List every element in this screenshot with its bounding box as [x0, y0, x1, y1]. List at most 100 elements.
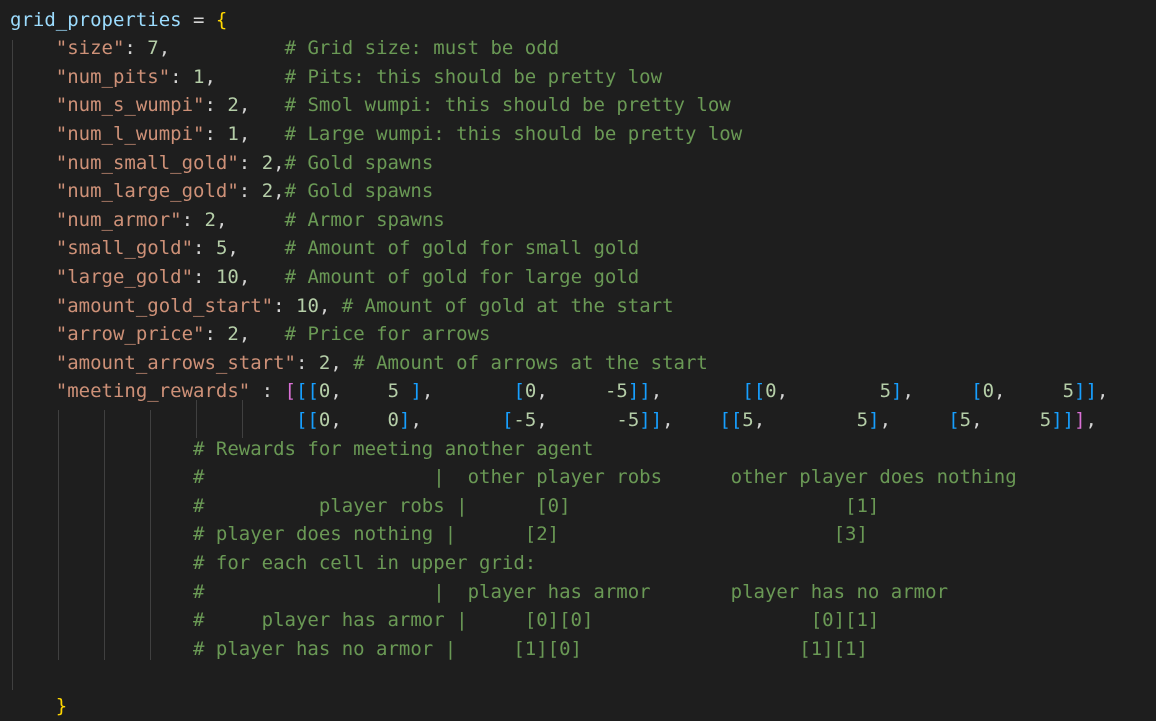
code-token-op: : — [193, 265, 216, 288]
code-token-op: , — [158, 37, 285, 60]
code-token-num: -5 — [513, 408, 537, 431]
code-line[interactable]: "meeting_rewards" : [[[0, 5 ], [0, -5]],… — [10, 377, 1109, 406]
code-token-op — [10, 380, 56, 402]
code-token-op — [10, 180, 56, 202]
code-token-cmt: # Amount of arrows at the start — [353, 351, 708, 374]
code-editor[interactable]: grid_properties = { "size": 7, # Grid si… — [0, 0, 1156, 721]
code-token-op — [10, 237, 56, 259]
code-token-op: , — [330, 408, 388, 431]
code-token-op: : — [250, 380, 285, 403]
code-token-op: : — [273, 294, 296, 317]
code-token-op — [10, 523, 193, 545]
code-line[interactable]: # for each cell in upper grid: — [10, 549, 536, 578]
code-token-op: , — [273, 180, 285, 203]
code-token-str: "num_small_gold" — [55, 151, 239, 174]
code-token-op — [10, 66, 56, 88]
code-token-num: -5 — [616, 408, 640, 431]
code-token-op — [10, 638, 193, 660]
code-token-cmt: # Rewards for meeting another agent — [193, 437, 594, 460]
code-line[interactable]: "small_gold": 5, # Amount of gold for sm… — [10, 234, 639, 263]
code-token-b1: { — [215, 8, 228, 31]
code-line[interactable]: # | player has armor player has no armor — [10, 578, 948, 607]
code-token-num: 5 — [879, 380, 892, 403]
code-token-cmt: # Amount of gold for small gold — [284, 237, 640, 260]
code-token-num: 0 — [765, 380, 777, 403]
code-line[interactable]: [[0, 0], [-5, -5]], [[5, 5], [5, 5]]], — [10, 406, 1097, 435]
code-token-num: 10 — [296, 294, 319, 317]
code-token-b1: } — [55, 694, 68, 717]
code-line[interactable]: "large_gold": 10, # Amount of gold for l… — [10, 263, 639, 292]
code-token-b3: [[ — [742, 380, 766, 403]
code-line[interactable]: # player has no armor | [1][0] [1][1] — [10, 635, 868, 664]
code-token-cmt: # Smol wumpi: this should be pretty low — [284, 94, 731, 117]
code-token-num: 0 — [318, 408, 331, 431]
code-token-num: -5 — [604, 380, 628, 403]
code-token-b3: ] — [410, 380, 422, 403]
code-token-op: , — [776, 380, 880, 403]
code-token-op — [10, 37, 56, 59]
code-line[interactable]: # Rewards for meeting another agent — [10, 435, 593, 464]
code-line[interactable]: "num_armor": 2, # Armor spawns — [10, 206, 445, 235]
code-token-op — [10, 581, 193, 603]
code-token-op — [10, 94, 56, 116]
code-token-b3: [ — [948, 408, 960, 431]
code-token-op — [10, 495, 193, 517]
code-token-cmt: # player does nothing | [2] [3] — [193, 523, 868, 546]
code-line[interactable]: "num_l_wumpi": 1, # Large wumpi: this sh… — [10, 120, 742, 149]
code-line[interactable]: "size": 7, # Grid size: must be odd — [10, 34, 559, 63]
code-token-num: 5 — [387, 380, 400, 403]
code-line[interactable]: "amount_arrows_start": 2, # Amount of ar… — [10, 349, 708, 378]
code-token-str: "arrow_price" — [55, 323, 205, 346]
code-token-op: = — [181, 8, 216, 31]
code-line[interactable]: # | other player robs other player does … — [10, 463, 1017, 492]
code-token-op: , — [1085, 408, 1097, 431]
code-token-b3: [ — [501, 408, 514, 431]
code-line[interactable]: # player robs | [0] [1] — [10, 492, 879, 521]
code-line[interactable]: "num_large_gold": 2,# Gold spawns — [10, 177, 434, 206]
code-line[interactable]: } — [10, 692, 67, 721]
code-token-num: 2 — [261, 180, 274, 203]
code-token-op: : — [238, 151, 262, 174]
code-token-cmt: # | player has armor player has no armor — [193, 580, 949, 603]
code-token-str: "num_s_wumpi" — [55, 94, 205, 117]
code-line[interactable]: "arrow_price": 2, # Price for arrows — [10, 320, 491, 349]
code-line[interactable]: # player does nothing | [2] [3] — [10, 520, 868, 549]
code-line[interactable]: "num_pits": 1, # Pits: this should be pr… — [10, 63, 662, 92]
code-token-str: "num_l_wumpi" — [55, 122, 205, 145]
code-token-cmt: # player has armor | [0][0] [0][1] — [193, 609, 880, 632]
code-token-op: , — [536, 380, 605, 403]
code-token-cmt: # Price for arrows — [284, 323, 491, 346]
code-token-op — [10, 209, 56, 231]
code-token-var: grid_properties — [10, 8, 182, 31]
code-token-num: 10 — [215, 265, 239, 288]
code-token-op — [10, 609, 193, 631]
code-token-op: , — [204, 65, 285, 88]
code-token-op — [10, 466, 193, 488]
code-token-num: 5 — [1062, 380, 1075, 403]
code-token-b3: ]] — [1051, 408, 1075, 431]
code-token-op: , — [421, 380, 514, 403]
code-token-op: , — [330, 351, 354, 374]
code-token-op: , — [227, 237, 285, 260]
code-token-b3: ]] — [1074, 380, 1098, 403]
code-line[interactable]: grid_properties = { — [10, 6, 227, 35]
code-token-b3: [[ — [295, 408, 319, 431]
code-line[interactable]: # player has armor | [0][0] [0][1] — [10, 606, 879, 635]
code-token-b3: ] — [868, 408, 880, 431]
code-token-op: : — [204, 122, 228, 145]
code-token-op: : — [238, 180, 262, 203]
code-token-op: , — [650, 380, 743, 403]
code-token-num: 0 — [524, 380, 537, 403]
code-line[interactable]: "amount_gold_start": 10, # Amount of gol… — [10, 292, 674, 321]
code-token-op: : — [193, 237, 216, 260]
code-token-op: , — [238, 94, 285, 117]
code-token-cmt: # player has no armor | [1][0] [1][1] — [193, 637, 868, 660]
code-line[interactable]: "num_s_wumpi": 2, # Smol wumpi: this sho… — [10, 91, 731, 120]
code-token-op — [399, 380, 410, 402]
code-token-num: 2 — [227, 323, 239, 346]
code-line[interactable]: "num_small_gold": 2,# Gold spawns — [10, 149, 434, 178]
code-token-str: "meeting_rewards" — [55, 380, 251, 403]
code-token-op: , — [971, 408, 1040, 431]
code-token-b3: ] — [398, 408, 411, 431]
code-token-cmt: # Amount of gold for large gold — [284, 265, 640, 288]
